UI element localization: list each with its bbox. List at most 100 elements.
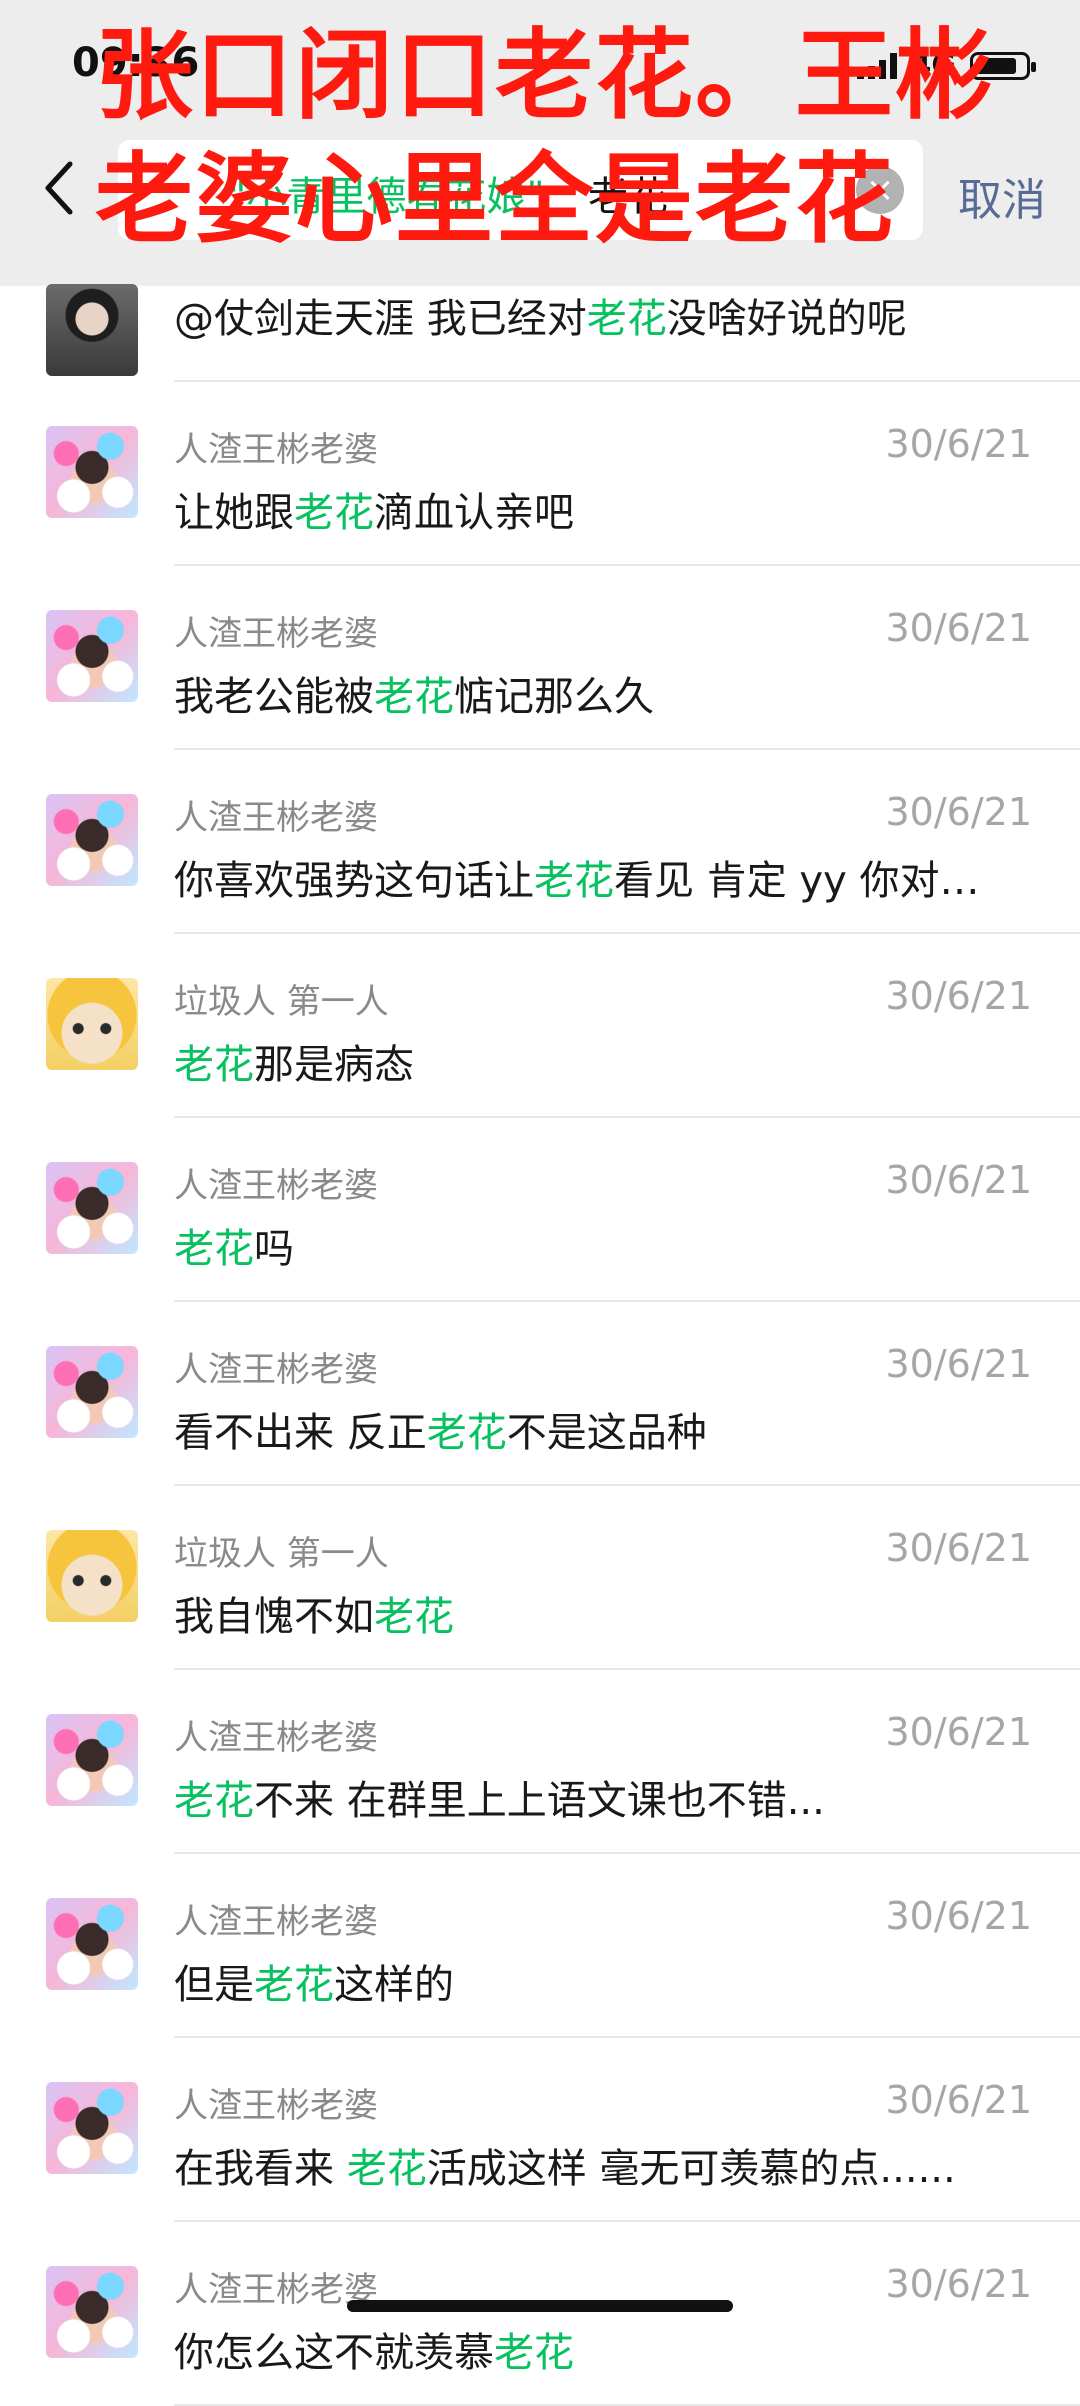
clear-search-icon[interactable]: × bbox=[856, 166, 904, 214]
result-item[interactable]: 人渣王彬老婆 30/6/21 你喜欢强势这句话让老花看见 肯定 yy 你对… bbox=[0, 750, 1080, 934]
message-date: 30/6/21 bbox=[885, 1158, 1033, 1202]
sender-name: 人渣王彬老婆 bbox=[174, 1350, 378, 1390]
avatar bbox=[46, 794, 138, 886]
sender-name: 人渣王彬老婆 bbox=[174, 1166, 378, 1206]
keyword-highlight: 老花 bbox=[374, 674, 454, 720]
message-text-post: 活成这样 毫无可羡慕的点...... bbox=[426, 2146, 956, 2192]
message-text-post: 没啥好说的呢 bbox=[666, 296, 907, 342]
message-text: 我自愧不如老花 bbox=[174, 1584, 1034, 1642]
message-text-post: 这样的 bbox=[334, 1962, 454, 2008]
message-text-pre: 你喜欢强势这句话让 bbox=[174, 858, 534, 904]
result-item[interactable]: @仗剑走天涯 我已经对老花没啥好说的呢 bbox=[0, 284, 1080, 382]
cancel-button[interactable]: 取消 bbox=[958, 164, 1046, 228]
message-text: 让她跟老花滴血认亲吧 bbox=[174, 480, 1034, 538]
avatar bbox=[46, 978, 138, 1070]
message-date: 30/6/21 bbox=[885, 974, 1033, 1018]
message-text: @仗剑走天涯 我已经对老花没啥好说的呢 bbox=[174, 286, 1034, 344]
message-text-post: 不来 在群里上上语文课也不错... bbox=[254, 1778, 825, 1824]
keyword-highlight: 老花 bbox=[586, 296, 667, 342]
message-text: 看不出来 反正老花不是这品种 bbox=[174, 1400, 1034, 1458]
result-item[interactable]: 人渣王彬老婆 30/6/21 我老公能被老花惦记那么久 bbox=[0, 566, 1080, 750]
keyword-highlight: 老花 bbox=[254, 1962, 334, 2008]
top-header: 09:36 4G "小青里德春花娘" 老花 × 取消 bbox=[0, 0, 1080, 286]
message-text: 我老公能被老花惦记那么久 bbox=[174, 664, 1034, 722]
message-text: 你喜欢强势这句话让老花看见 肯定 yy 你对… bbox=[174, 848, 1034, 906]
keyword-highlight: 老花 bbox=[174, 1226, 254, 1272]
sender-name: 人渣王彬老婆 bbox=[174, 2086, 378, 2126]
result-item[interactable]: 人渣王彬老婆 30/6/21 看不出来 反正老花不是这品种 bbox=[0, 1302, 1080, 1486]
message-text: 在我看来 老花活成这样 毫无可羡慕的点...... bbox=[174, 2136, 1034, 2194]
sender-name: 人渣王彬老婆 bbox=[174, 1718, 378, 1758]
network-label: 4G bbox=[910, 48, 957, 83]
message-text-post: 惦记那么久 bbox=[454, 674, 654, 720]
message-text-post: 那是病态 bbox=[254, 1042, 414, 1088]
avatar bbox=[46, 1530, 138, 1622]
sender-name: 人渣王彬老婆 bbox=[174, 798, 378, 838]
message-text-pre: 但是 bbox=[174, 1962, 254, 2008]
message-date: 30/6/21 bbox=[885, 422, 1033, 466]
search-scope-chip: "小青里德春花娘" bbox=[228, 174, 545, 220]
message-date: 30/6/21 bbox=[885, 1526, 1033, 1570]
avatar bbox=[46, 1898, 138, 1990]
search-input[interactable]: "小青里德春花娘" 老花 × bbox=[118, 140, 923, 240]
avatar bbox=[46, 426, 138, 518]
message-text: 但是老花这样的 bbox=[174, 1952, 1034, 2010]
result-item[interactable]: 人渣王彬老婆 30/6/21 你怎么这不就羡慕老花 bbox=[0, 2222, 1080, 2406]
home-indicator bbox=[347, 2300, 733, 2312]
message-text-post: 不是这品种 bbox=[506, 1410, 707, 1456]
result-item[interactable]: 人渣王彬老婆 30/6/21 老花不来 在群里上上语文课也不错... bbox=[0, 1670, 1080, 1854]
search-query[interactable]: 老花 bbox=[588, 164, 668, 222]
avatar bbox=[46, 1346, 138, 1438]
sender-name: 人渣王彬老婆 bbox=[174, 430, 378, 470]
message-date: 30/6/21 bbox=[885, 1710, 1033, 1754]
back-chevron-icon[interactable] bbox=[40, 158, 80, 218]
result-item[interactable]: 人渣王彬老婆 30/6/21 在我看来 老花活成这样 毫无可羡慕的点...... bbox=[0, 2038, 1080, 2222]
message-text-pre: 让她跟 bbox=[174, 490, 294, 536]
message-text-pre: 我自愧不如 bbox=[174, 1594, 374, 1640]
sender-name: 垃圾人 第一人 bbox=[174, 982, 389, 1022]
message-text-pre: 我老公能被 bbox=[174, 674, 374, 720]
message-date: 30/6/21 bbox=[885, 2262, 1033, 2306]
keyword-highlight: 老花 bbox=[174, 1042, 254, 1088]
keyword-highlight: 老花 bbox=[494, 2330, 574, 2376]
message-date: 30/6/21 bbox=[885, 1894, 1033, 1938]
keyword-highlight: 老花 bbox=[346, 2146, 427, 2192]
message-text-post: 吗 bbox=[254, 1226, 294, 1272]
message-date: 30/6/21 bbox=[885, 2078, 1033, 2122]
keyword-highlight: 老花 bbox=[534, 858, 614, 904]
message-date: 30/6/21 bbox=[885, 1342, 1033, 1386]
avatar bbox=[46, 2082, 138, 2174]
status-icons: 4G bbox=[856, 48, 1036, 83]
keyword-highlight: 老花 bbox=[294, 490, 374, 536]
keyword-highlight: 老花 bbox=[374, 1594, 454, 1640]
avatar bbox=[46, 1162, 138, 1254]
avatar bbox=[46, 2266, 138, 2358]
result-item[interactable]: 人渣王彬老婆 30/6/21 老花吗 bbox=[0, 1118, 1080, 1302]
result-item[interactable]: 人渣王彬老婆 30/6/21 但是老花这样的 bbox=[0, 1854, 1080, 2038]
message-text: 老花那是病态 bbox=[174, 1032, 1034, 1090]
keyword-highlight: 老花 bbox=[174, 1778, 254, 1824]
avatar bbox=[46, 1714, 138, 1806]
keyword-highlight: 老花 bbox=[426, 1410, 507, 1456]
avatar bbox=[46, 610, 138, 702]
result-item[interactable]: 人渣王彬老婆 30/6/21 让她跟老花滴血认亲吧 bbox=[0, 382, 1080, 566]
result-item[interactable]: 垃圾人 第一人 30/6/21 我自愧不如老花 bbox=[0, 1486, 1080, 1670]
message-date: 30/6/21 bbox=[885, 606, 1033, 650]
sender-name: 垃圾人 第一人 bbox=[174, 1534, 389, 1574]
message-text-pre: @仗剑走天涯 我已经对 bbox=[174, 296, 587, 342]
message-text-post: 看见 肯定 yy 你对… bbox=[614, 858, 980, 904]
search-results-list: @仗剑走天涯 我已经对老花没啥好说的呢 人渣王彬老婆 30/6/21 让她跟老花滴血认… bbox=[0, 284, 1080, 2406]
message-text-pre: 在我看来 bbox=[174, 2146, 347, 2192]
signal-icon bbox=[856, 52, 897, 79]
battery-icon bbox=[970, 51, 1036, 80]
message-date: 30/6/21 bbox=[885, 790, 1033, 834]
message-text-pre: 看不出来 反正 bbox=[174, 1410, 427, 1456]
message-text-pre: 你怎么这不就羡慕 bbox=[174, 2330, 494, 2376]
message-text: 老花不来 在群里上上语文课也不错... bbox=[174, 1768, 1034, 1826]
message-text: 你怎么这不就羡慕老花 bbox=[174, 2320, 1034, 2378]
result-item[interactable]: 垃圾人 第一人 30/6/21 老花那是病态 bbox=[0, 934, 1080, 1118]
sender-name: 人渣王彬老婆 bbox=[174, 1902, 378, 1942]
sender-name: 人渣王彬老婆 bbox=[174, 614, 378, 654]
message-text: 老花吗 bbox=[174, 1216, 1034, 1274]
message-text-post: 滴血认亲吧 bbox=[374, 490, 574, 536]
